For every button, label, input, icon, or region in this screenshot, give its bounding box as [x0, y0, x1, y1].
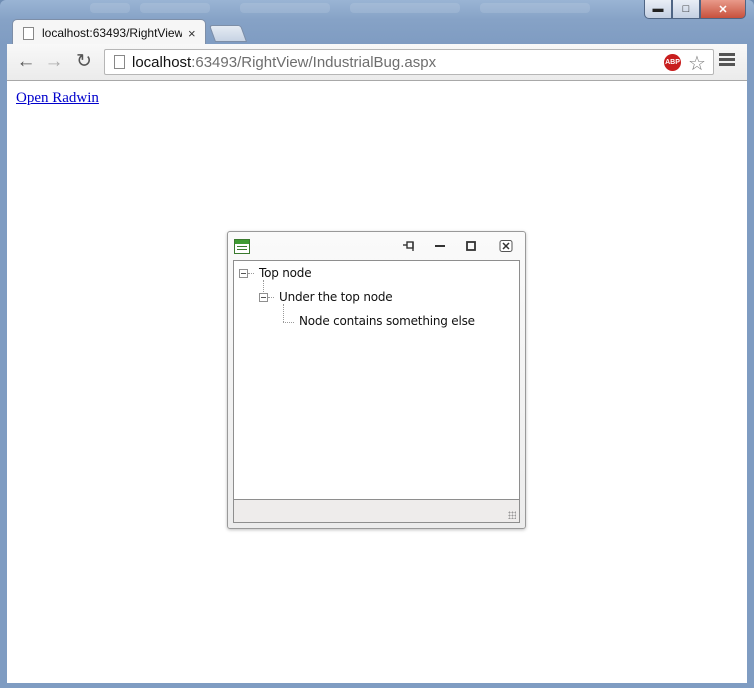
tree-node-label[interactable]: Under the top node: [279, 290, 393, 304]
tree-node-label[interactable]: Top node: [259, 266, 312, 280]
tab-title: localhost:63493/RightView: [42, 26, 182, 40]
open-radwin-link[interactable]: Open Radwin: [16, 90, 99, 107]
radwindow: Top node Under the top node Node contain…: [227, 231, 526, 529]
maximize-icon[interactable]: [464, 240, 478, 252]
tree-node-label[interactable]: Node contains something else: [299, 314, 475, 328]
browser-window: ▬ □ ✕ localhost:63493/RightView × ← → ↻ …: [0, 0, 754, 688]
window-controls: ▬ □ ✕: [644, 0, 746, 20]
radwindow-content: Top node Under the top node Node contain…: [233, 260, 520, 500]
address-url[interactable]: localhost:63493/RightView/IndustrialBug.…: [132, 54, 436, 71]
resize-grip-icon[interactable]: [508, 511, 516, 519]
collapse-toggle-icon[interactable]: [239, 269, 248, 278]
url-path: :63493/RightView/IndustrialBug.aspx: [191, 54, 437, 71]
window-titlebar: ▬ □ ✕ localhost:63493/RightView ×: [0, 0, 754, 46]
minimize-icon[interactable]: [433, 240, 447, 252]
window-close-button[interactable]: ✕: [700, 0, 746, 19]
back-arrow-icon[interactable]: ←: [15, 52, 37, 72]
browser-toolbar: ← → ↻ localhost:63493/RightView/Industri…: [7, 44, 747, 81]
pin-icon[interactable]: [402, 240, 416, 252]
radwindow-titlebar[interactable]: [228, 232, 525, 260]
chrome-menu-icon[interactable]: [719, 53, 735, 68]
bookmark-star-icon[interactable]: ☆: [688, 51, 706, 76]
reload-icon[interactable]: ↻: [73, 52, 95, 72]
tab-close-icon[interactable]: ×: [188, 26, 196, 41]
new-tab-button[interactable]: [208, 25, 248, 42]
minimize-icon: ▬: [652, 3, 664, 15]
page-favicon-icon: [23, 26, 34, 40]
forward-arrow-icon[interactable]: →: [43, 52, 65, 72]
radwindow-statusbar: [233, 500, 520, 523]
close-icon[interactable]: [499, 240, 513, 252]
close-icon: ✕: [718, 3, 728, 16]
maximize-button[interactable]: □: [672, 0, 700, 19]
browser-tab[interactable]: localhost:63493/RightView ×: [12, 19, 206, 46]
address-bar[interactable]: localhost:63493/RightView/IndustrialBug.…: [104, 49, 714, 75]
maximize-icon: □: [682, 3, 690, 15]
adblock-icon[interactable]: ABP: [664, 54, 681, 71]
page-icon: [114, 55, 125, 69]
url-host: localhost: [132, 54, 192, 71]
page-viewport: Open Radwin Top node Under the top node …: [7, 81, 747, 683]
minimize-button[interactable]: ▬: [644, 0, 672, 19]
radwindow-icon: [234, 239, 250, 254]
collapse-toggle-icon[interactable]: [259, 293, 268, 302]
